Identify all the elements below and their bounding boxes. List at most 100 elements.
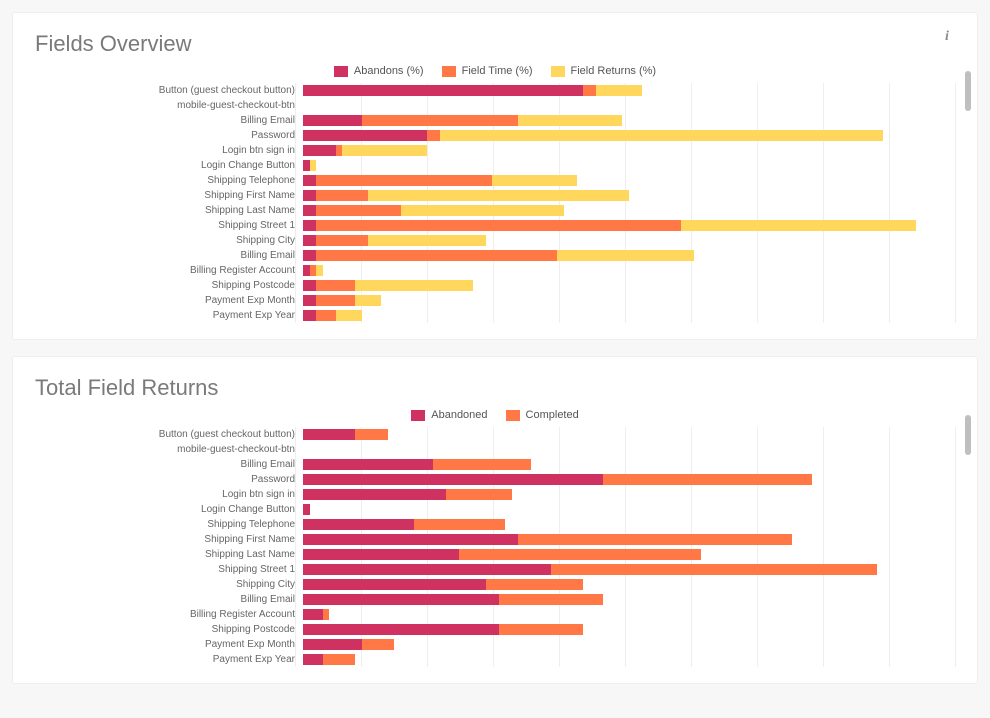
scrollbar-thumb[interactable] <box>965 71 971 111</box>
bar-segment[interactable] <box>303 175 316 186</box>
legend-item-abandons[interactable]: Abandons (%) <box>334 65 424 77</box>
bar-segment[interactable] <box>342 145 427 156</box>
chart-row: Button (guest checkout button) <box>35 83 955 98</box>
bar-segment[interactable] <box>303 489 446 500</box>
chart-legend: Abandons (%) Field Time (%) Field Return… <box>35 65 955 77</box>
bar-cell <box>303 250 955 261</box>
bar-segment[interactable] <box>303 609 323 620</box>
legend-item-abandoned[interactable]: Abandoned <box>411 409 487 421</box>
bar-segment[interactable] <box>355 295 381 306</box>
bar-segment[interactable] <box>362 639 395 650</box>
bar-segment[interactable] <box>303 429 355 440</box>
bar-segment[interactable] <box>368 190 629 201</box>
bar-segment[interactable] <box>323 609 330 620</box>
bar-segment[interactable] <box>355 280 472 291</box>
bar-cell <box>303 220 955 231</box>
bar-segment[interactable] <box>316 190 368 201</box>
card-title: Fields Overview <box>35 31 955 57</box>
bar-segment[interactable] <box>316 250 557 261</box>
bar-segment[interactable] <box>499 624 584 635</box>
bar-segment[interactable] <box>499 594 603 605</box>
bar-segment[interactable] <box>427 130 440 141</box>
bar-segment[interactable] <box>368 235 485 246</box>
bar-cell <box>303 489 955 500</box>
bar-segment[interactable] <box>303 579 486 590</box>
chart-row: Shipping City <box>35 577 955 592</box>
bar-segment[interactable] <box>459 549 700 560</box>
bar-cell <box>303 594 955 605</box>
bar-segment[interactable] <box>362 115 518 126</box>
bar-segment[interactable] <box>303 624 499 635</box>
bar-segment[interactable] <box>303 594 499 605</box>
bar-segment[interactable] <box>310 160 317 171</box>
bar-segment[interactable] <box>303 235 316 246</box>
bar-segment[interactable] <box>316 265 323 276</box>
bar-cell <box>303 85 955 96</box>
bar-segment[interactable] <box>518 115 622 126</box>
bar-segment[interactable] <box>486 579 584 590</box>
bar-segment[interactable] <box>303 654 323 665</box>
bar-segment[interactable] <box>303 130 427 141</box>
bar-segment[interactable] <box>323 654 356 665</box>
chart-row: Billing Email <box>35 113 955 128</box>
bar-cell <box>303 100 955 111</box>
bar-segment[interactable] <box>303 310 316 321</box>
bar-segment[interactable] <box>316 235 368 246</box>
scrollbar-thumb[interactable] <box>965 415 971 455</box>
bar-segment[interactable] <box>303 220 316 231</box>
bar-segment[interactable] <box>316 295 355 306</box>
bar-segment[interactable] <box>303 474 603 485</box>
bar-segment[interactable] <box>557 250 694 261</box>
bar-segment[interactable] <box>681 220 916 231</box>
chart-row: mobile-guest-checkout-btn <box>35 98 955 113</box>
bar-segment[interactable] <box>433 459 531 470</box>
bar-segment[interactable] <box>336 310 362 321</box>
info-icon[interactable]: i <box>939 29 955 45</box>
bar-segment[interactable] <box>303 115 362 126</box>
bar-segment[interactable] <box>551 564 877 575</box>
bar-cell <box>303 190 955 201</box>
bar-segment[interactable] <box>583 85 596 96</box>
bar-segment[interactable] <box>596 85 642 96</box>
bar-segment[interactable] <box>303 295 316 306</box>
bar-segment[interactable] <box>492 175 577 186</box>
bar-segment[interactable] <box>303 504 310 515</box>
bar-segment[interactable] <box>303 534 518 545</box>
bar-cell <box>303 130 955 141</box>
legend-item-time[interactable]: Field Time (%) <box>442 65 533 77</box>
bar-segment[interactable] <box>303 190 316 201</box>
bar-segment[interactable] <box>446 489 511 500</box>
bar-cell <box>303 280 955 291</box>
bar-segment[interactable] <box>303 564 551 575</box>
bar-segment[interactable] <box>440 130 883 141</box>
row-label: Payment Exp Year <box>35 310 303 321</box>
bar-segment[interactable] <box>303 280 316 291</box>
chart-row: Shipping Last Name <box>35 547 955 562</box>
bar-segment[interactable] <box>316 175 492 186</box>
bar-segment[interactable] <box>518 534 792 545</box>
bar-segment[interactable] <box>303 459 433 470</box>
bar-segment[interactable] <box>316 220 681 231</box>
legend-item-returns[interactable]: Field Returns (%) <box>551 65 657 77</box>
chart-row: Payment Exp Month <box>35 637 955 652</box>
legend-item-completed[interactable]: Completed <box>506 409 579 421</box>
chart-row: Shipping City <box>35 233 955 248</box>
bar-segment[interactable] <box>303 250 316 261</box>
bar-segment[interactable] <box>603 474 812 485</box>
bar-segment[interactable] <box>414 519 505 530</box>
bar-segment[interactable] <box>303 145 336 156</box>
bar-segment[interactable] <box>303 549 459 560</box>
bar-segment[interactable] <box>355 429 388 440</box>
bar-cell <box>303 459 955 470</box>
bar-segment[interactable] <box>401 205 564 216</box>
bar-segment[interactable] <box>316 280 355 291</box>
bar-segment[interactable] <box>303 205 316 216</box>
row-label: Shipping Last Name <box>35 205 303 216</box>
bar-segment[interactable] <box>316 205 401 216</box>
card-title: Total Field Returns <box>35 375 955 401</box>
bar-segment[interactable] <box>316 310 336 321</box>
chart-row: Payment Exp Year <box>35 308 955 323</box>
bar-segment[interactable] <box>303 85 583 96</box>
bar-segment[interactable] <box>303 639 362 650</box>
bar-segment[interactable] <box>303 519 414 530</box>
